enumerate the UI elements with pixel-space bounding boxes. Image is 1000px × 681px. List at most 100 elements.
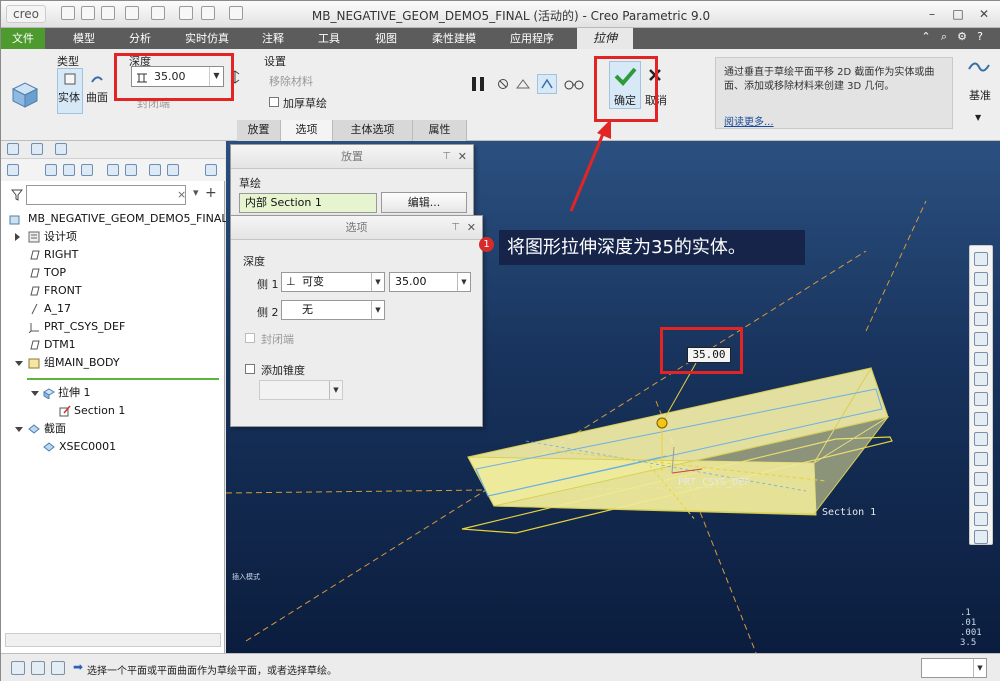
subtab-options[interactable]: 选项 bbox=[281, 120, 333, 141]
regenerate-icon[interactable] bbox=[179, 6, 193, 20]
tree-filter-icon[interactable] bbox=[107, 164, 119, 176]
settings-icon[interactable] bbox=[149, 164, 161, 176]
collapse-arrow-icon[interactable] bbox=[31, 391, 39, 396]
closed-ends-checkbox[interactable] bbox=[245, 333, 255, 343]
tab-file[interactable]: 文件 bbox=[1, 28, 45, 49]
tab-analysis[interactable]: 分析 bbox=[115, 28, 165, 49]
browser-icon[interactable] bbox=[31, 661, 45, 675]
annotation-display-icon[interactable] bbox=[974, 432, 988, 446]
tree-menu-icon[interactable] bbox=[205, 164, 217, 176]
pause-icon[interactable] bbox=[469, 75, 487, 93]
expand-search-icon[interactable]: ▾ bbox=[193, 186, 199, 199]
help-icon[interactable]: ? bbox=[973, 30, 987, 43]
filter-funnel-icon[interactable] bbox=[11, 189, 23, 201]
expand-arrow-icon[interactable] bbox=[15, 233, 20, 241]
model-tree-tab-icon[interactable] bbox=[7, 143, 19, 155]
selection-filter-select[interactable]: ▼ bbox=[921, 658, 987, 678]
clear-search-icon[interactable]: × bbox=[177, 188, 186, 201]
depth-dimension-label[interactable]: 35.00 bbox=[687, 347, 731, 363]
datum-icon[interactable] bbox=[967, 57, 991, 77]
depth-dropdown-arrow[interactable]: ▼ bbox=[209, 67, 223, 86]
side2-type-dropdown-arrow[interactable]: ▼ bbox=[371, 301, 384, 319]
maximize-button[interactable]: □ bbox=[947, 5, 969, 23]
redo-icon[interactable] bbox=[151, 6, 165, 20]
side1-type-select[interactable]: ⊥ 可变 ▼ bbox=[281, 272, 385, 292]
depth-value-text[interactable]: 35.00 bbox=[154, 70, 186, 83]
attached-preview-icon[interactable] bbox=[515, 76, 531, 92]
taper-angle-input[interactable]: ▼ bbox=[259, 380, 343, 400]
no-preview-icon[interactable] bbox=[497, 78, 509, 90]
tab-applications[interactable]: 应用程序 bbox=[501, 28, 563, 49]
view-manager-icon[interactable] bbox=[974, 372, 988, 386]
tree-view-icon[interactable] bbox=[63, 164, 75, 176]
display-style-icon[interactable] bbox=[974, 332, 988, 346]
folder-browser-tab-icon[interactable] bbox=[31, 143, 43, 155]
thicken-sketch-checkbox[interactable] bbox=[269, 97, 279, 107]
saved-views-icon[interactable] bbox=[974, 352, 988, 366]
pin-icon[interactable]: ⊤ bbox=[442, 145, 451, 169]
close-panel-icon[interactable]: ✕ bbox=[467, 216, 476, 240]
insert-locator-line[interactable] bbox=[27, 378, 219, 380]
model-cube-icon[interactable] bbox=[7, 164, 19, 176]
cancel-label[interactable]: 取消 bbox=[645, 92, 667, 108]
search-icon[interactable]: ⌕ bbox=[937, 30, 951, 44]
subtab-placement[interactable]: 放置 bbox=[237, 120, 281, 141]
verify-glasses-icon[interactable] bbox=[563, 79, 585, 91]
close-panel-icon[interactable]: ✕ bbox=[458, 145, 467, 169]
surface-icon[interactable] bbox=[90, 72, 104, 86]
tab-extrude[interactable]: 拉伸 bbox=[577, 28, 633, 49]
subtab-body-options[interactable]: 主体选项 bbox=[333, 120, 413, 141]
tree-horizontal-scrollbar[interactable] bbox=[5, 633, 221, 647]
flip-direction-icon[interactable] bbox=[229, 70, 241, 84]
tree-columns-icon[interactable] bbox=[125, 164, 137, 176]
selection-filter-arrow[interactable]: ▼ bbox=[973, 659, 986, 677]
settings-icon[interactable]: ⚙ bbox=[955, 30, 969, 43]
open-file-icon[interactable] bbox=[81, 6, 95, 20]
datum-display-icon[interactable] bbox=[974, 412, 988, 426]
surface-label[interactable]: 曲面 bbox=[86, 89, 108, 105]
read-more-link[interactable]: 阅读更多... bbox=[724, 113, 774, 128]
repaint-icon[interactable] bbox=[974, 312, 988, 326]
spin-center-icon[interactable] bbox=[974, 452, 988, 466]
list-view-icon[interactable] bbox=[45, 164, 57, 176]
zoom-in-icon[interactable] bbox=[974, 272, 988, 286]
tab-annotate[interactable]: 注释 bbox=[251, 28, 295, 49]
depth-drag-handle[interactable] bbox=[656, 417, 668, 429]
tree-search-input[interactable] bbox=[26, 185, 186, 205]
collapse-ribbon-icon[interactable]: ⌃ bbox=[919, 30, 933, 43]
collapse-arrow-icon[interactable] bbox=[15, 361, 23, 366]
sketcher-display-icon[interactable] bbox=[974, 512, 988, 526]
sketch-collector[interactable]: 内部 Section 1 bbox=[239, 193, 377, 213]
pause-regeneration-icon[interactable] bbox=[974, 492, 988, 506]
show-icon[interactable] bbox=[167, 164, 179, 176]
fullscreen-icon[interactable] bbox=[51, 661, 65, 675]
minimize-button[interactable]: – bbox=[921, 5, 943, 23]
close-window-icon[interactable] bbox=[229, 6, 243, 20]
collapse-arrow-icon[interactable] bbox=[15, 427, 23, 432]
add-column-icon[interactable]: + bbox=[205, 185, 217, 201]
remove-material-option[interactable]: 移除材料 bbox=[269, 73, 313, 89]
perspective-icon[interactable] bbox=[974, 392, 988, 406]
new-file-icon[interactable] bbox=[61, 6, 75, 20]
side1-depth-input[interactable]: 35.00 ▼ bbox=[389, 272, 471, 292]
cancel-x-icon[interactable] bbox=[647, 67, 663, 83]
tab-view[interactable]: 视图 bbox=[364, 28, 408, 49]
layout-icon[interactable] bbox=[11, 661, 25, 675]
datum-label[interactable]: 基准 bbox=[969, 87, 991, 103]
windows-icon[interactable] bbox=[201, 6, 215, 20]
tab-model[interactable]: 模型 bbox=[59, 28, 109, 49]
side2-type-select[interactable]: 无 ▼ bbox=[281, 300, 385, 320]
tab-live-simulation[interactable]: 实时仿真 bbox=[177, 28, 237, 49]
tab-tools[interactable]: 工具 bbox=[307, 28, 351, 49]
side1-type-dropdown-arrow[interactable]: ▼ bbox=[371, 273, 384, 291]
datum-dropdown-icon[interactable]: ▼ bbox=[975, 113, 981, 122]
side1-depth-dropdown-arrow[interactable]: ▼ bbox=[457, 273, 470, 291]
edit-sketch-button[interactable]: 编辑... bbox=[381, 192, 467, 213]
csys-display-icon[interactable] bbox=[974, 472, 988, 486]
more-tools-icon[interactable] bbox=[974, 530, 988, 544]
close-button[interactable]: ✕ bbox=[973, 5, 995, 23]
depth-value-combo[interactable]: 35.00 ▼ bbox=[131, 66, 224, 87]
undo-icon[interactable] bbox=[125, 6, 139, 20]
add-taper-checkbox[interactable] bbox=[245, 364, 255, 374]
pin-icon[interactable]: ⊤ bbox=[451, 216, 460, 240]
